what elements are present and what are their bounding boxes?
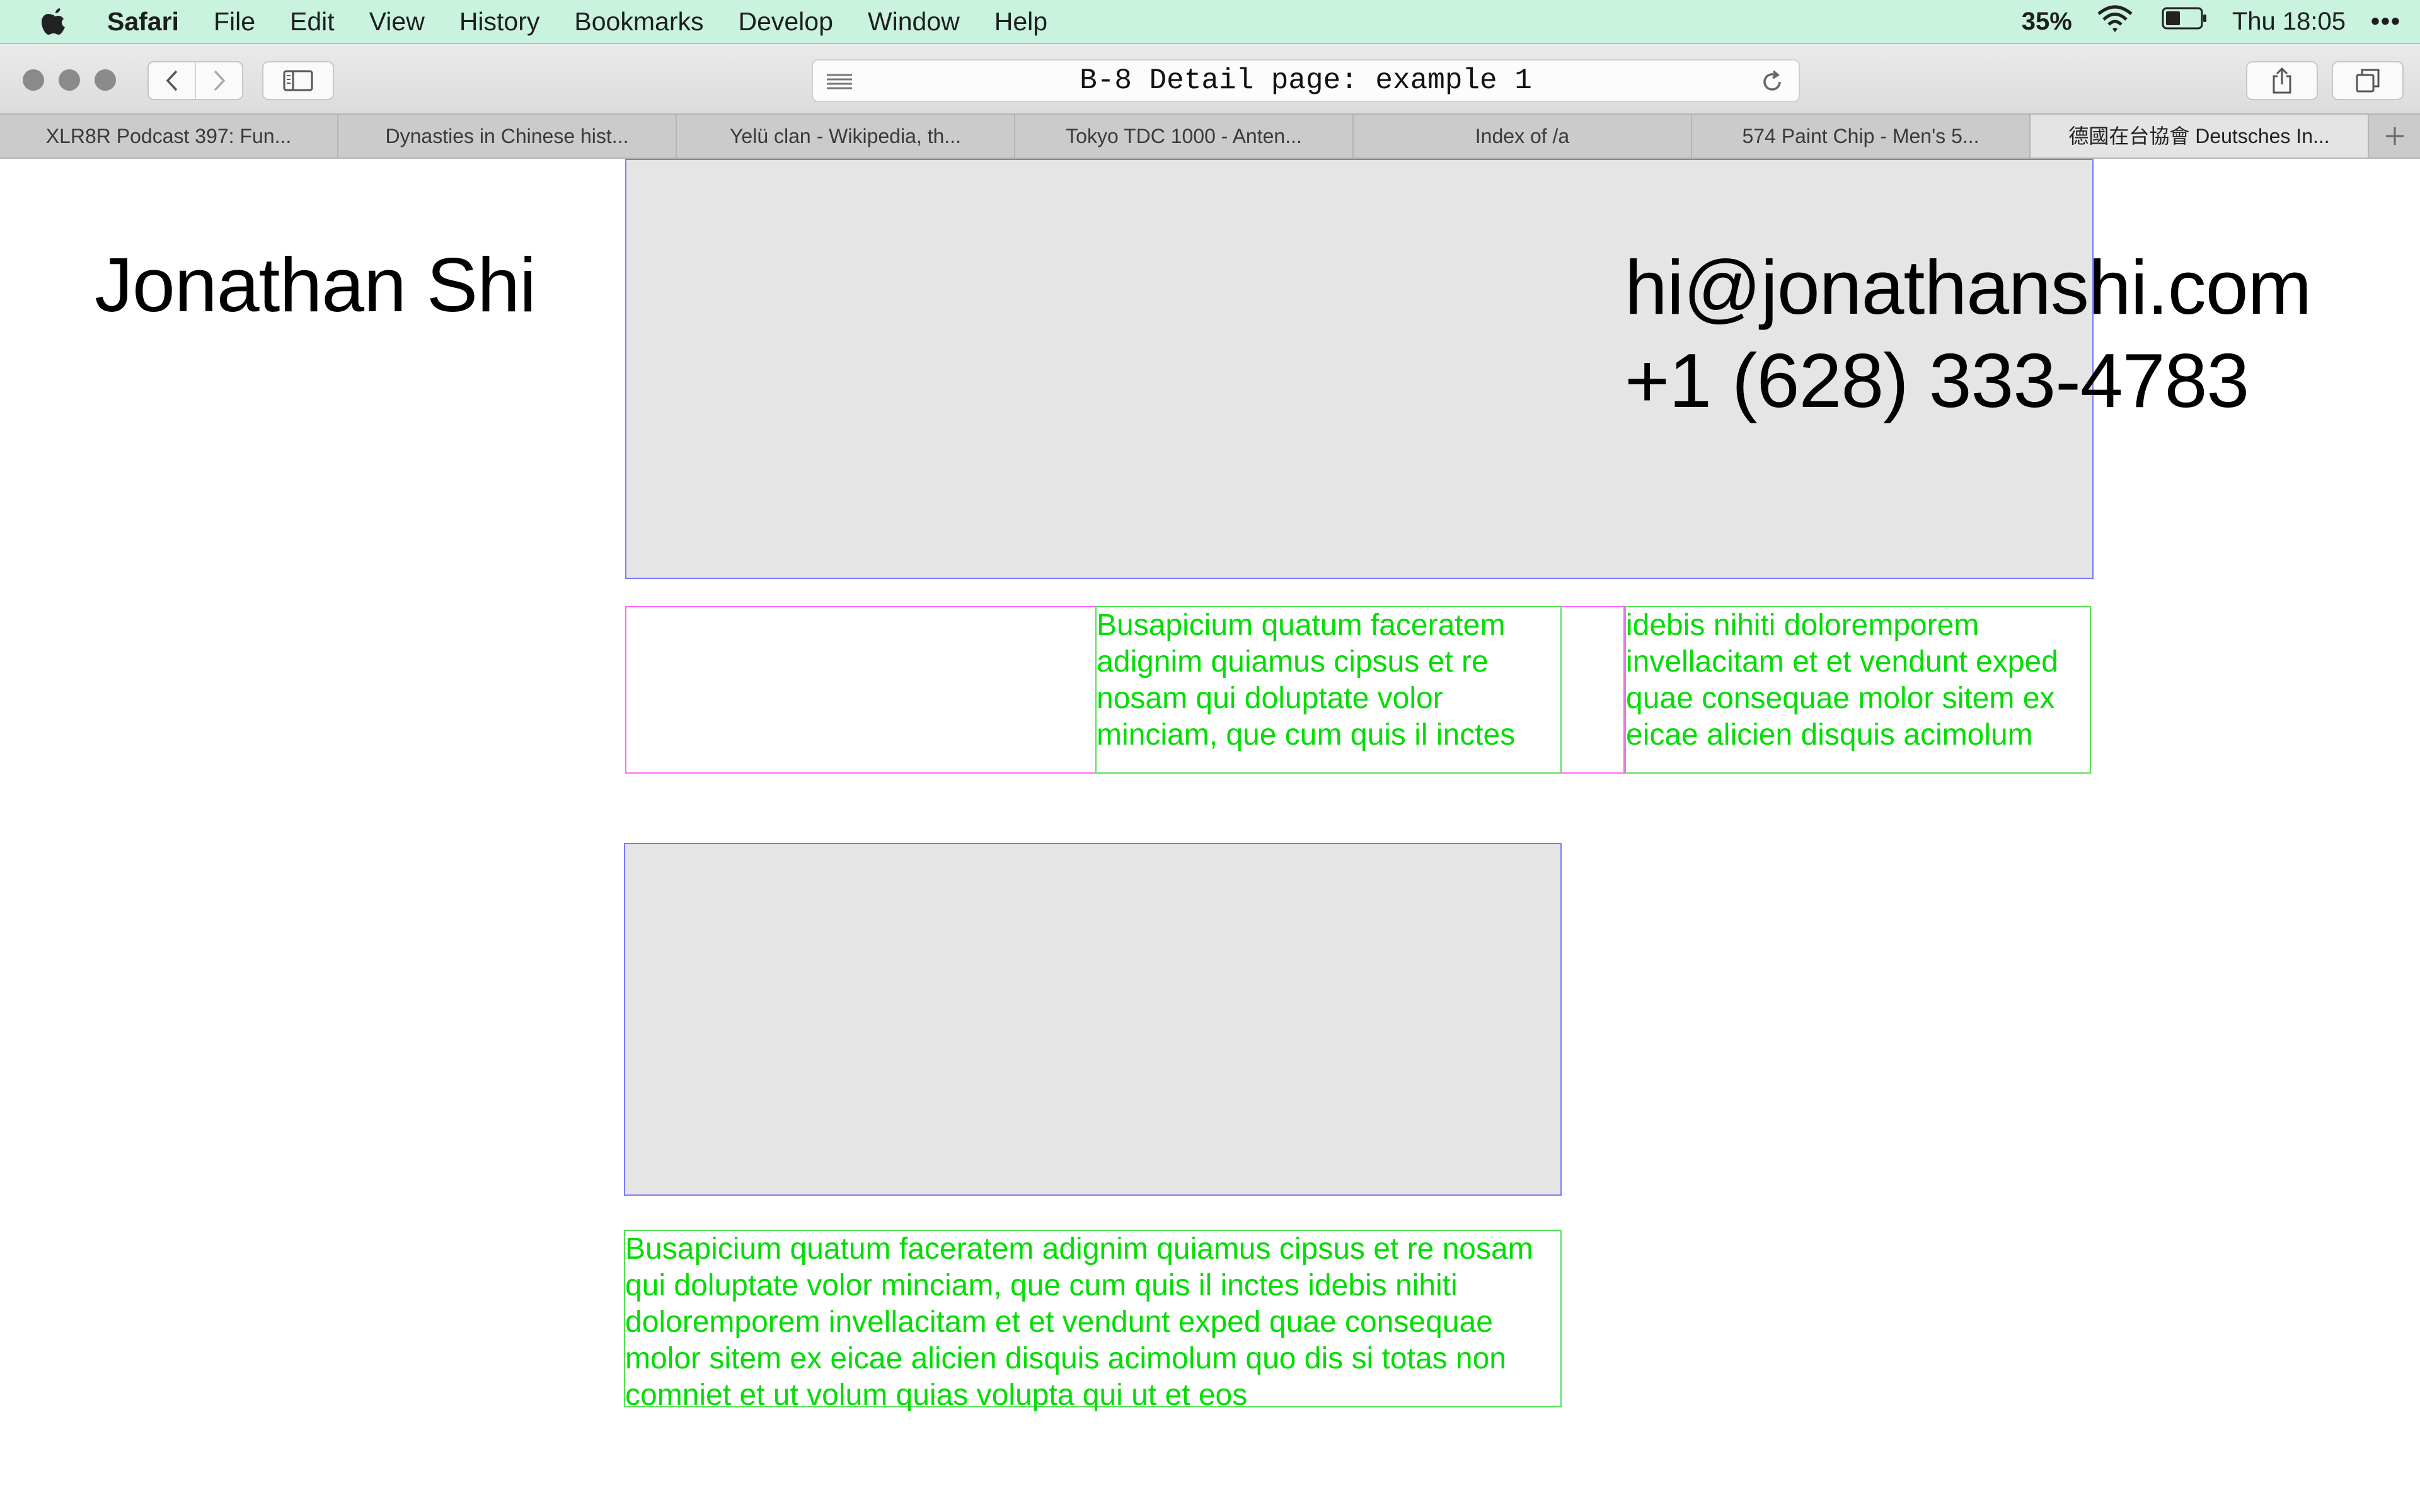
menu-help[interactable]: Help <box>994 7 1047 37</box>
clock[interactable]: Thu 18:05 <box>2232 8 2346 36</box>
more-icon[interactable]: ••• <box>2371 8 2401 36</box>
apple-menu-icon[interactable] <box>39 6 69 37</box>
back-button[interactable] <box>149 62 195 99</box>
site-owner-name[interactable]: Jonathan Shi <box>95 241 536 329</box>
battery-icon[interactable] <box>2162 7 2207 36</box>
battery-percentage: 35% <box>2021 7 2072 35</box>
tab-yelu-clan[interactable]: Yelü clan - Wikipedia, th... <box>677 115 1015 158</box>
text-column-a: Busapicium quatum faceratem adignim quia… <box>1095 606 1562 774</box>
menu-history[interactable]: History <box>459 7 540 37</box>
chevron-left-icon <box>166 70 177 91</box>
menu-window[interactable]: Window <box>868 7 960 37</box>
sidebar-toggle-button[interactable] <box>262 61 334 100</box>
menu-view[interactable]: View <box>369 7 425 37</box>
menu-bar: Safari File Edit View History Bookmarks … <box>0 0 2420 43</box>
tab-dynasties[interactable]: Dynasties in Chinese hist... <box>338 115 677 158</box>
minimize-window-button[interactable] <box>59 69 80 91</box>
close-window-button[interactable] <box>23 69 44 91</box>
tab-deutsches-institut-active[interactable]: 德國在台協會 Deutsches In... <box>2031 115 2369 158</box>
zoom-window-button[interactable] <box>95 69 116 91</box>
tab-paint-chip[interactable]: 574 Paint Chip - Men's 5... <box>1692 115 2031 158</box>
forward-button[interactable] <box>195 62 242 99</box>
share-button[interactable] <box>2246 61 2318 100</box>
sidebar-icon <box>283 70 313 91</box>
tabs-overview-icon <box>2356 69 2380 93</box>
address-bar[interactable]: B-8 Detail page: example 1 <box>812 59 1800 102</box>
navigation-buttons <box>147 61 243 100</box>
contact-email[interactable]: hi@jonathanshi.com <box>1625 241 2312 334</box>
text-column-b: idebis nihiti doloremporem invellacitam … <box>1625 606 2091 774</box>
menu-edit[interactable]: Edit <box>290 7 335 37</box>
new-tab-button[interactable] <box>2369 115 2420 158</box>
page-title-in-address-bar: B-8 Detail page: example 1 <box>1080 64 1532 97</box>
plus-icon <box>2385 127 2404 145</box>
menu-extras: 35% Thu 18:05 ••• <box>2022 0 2420 43</box>
contact-phone[interactable]: +1 (628) 333-4783 <box>1625 334 2311 427</box>
share-icon <box>2273 67 2291 94</box>
menu-bookmarks[interactable]: Bookmarks <box>574 7 703 37</box>
chevron-right-icon <box>214 70 225 91</box>
browser-toolbar: B-8 Detail page: example 1 <box>0 43 2420 113</box>
contact-block: hi@jonathanshi.com +1 (628) 333-4783 <box>1625 241 2312 427</box>
tab-index-of-a[interactable]: Index of /a <box>1354 115 1692 158</box>
menu-app-name[interactable]: Safari <box>107 7 179 37</box>
show-all-tabs-button[interactable] <box>2332 61 2404 100</box>
window-controls <box>23 69 130 91</box>
tab-bar: XLR8R Podcast 397: Fun... Dynasties in C… <box>0 113 2420 159</box>
detail-image-placeholder <box>624 843 1562 1196</box>
detail-caption: Busapicium quatum faceratem adignim quia… <box>624 1230 1562 1412</box>
tab-tokyo-tdc[interactable]: Tokyo TDC 1000 - Anten... <box>1015 115 1354 158</box>
wifi-icon[interactable] <box>2096 4 2134 39</box>
menu-file[interactable]: File <box>214 7 255 37</box>
tab-xlr8r-podcast[interactable]: XLR8R Podcast 397: Fun... <box>0 115 338 158</box>
reload-icon[interactable] <box>1760 69 1785 94</box>
menu-develop[interactable]: Develop <box>738 7 833 37</box>
web-page: Jonathan Shi hi@jonathanshi.com +1 (628)… <box>0 159 2420 1512</box>
